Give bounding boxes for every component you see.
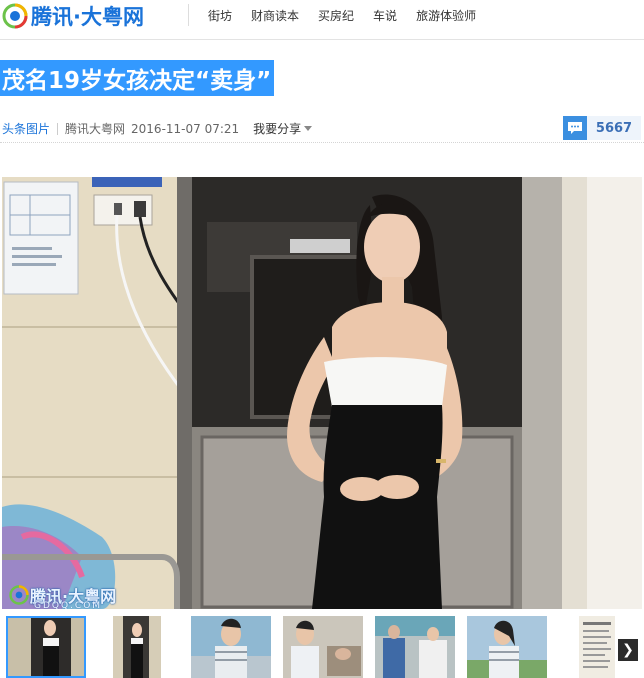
- nav-item-maifang[interactable]: 买房纪: [318, 7, 354, 24]
- chevron-right-icon: ❯: [622, 642, 634, 658]
- main-photo[interactable]: 腾讯·大粤网 GDQQ.COM: [2, 177, 642, 609]
- share-button[interactable]: 我要分享: [253, 120, 313, 137]
- comment-count: 5667: [587, 116, 641, 140]
- next-arrow-button[interactable]: ❯: [618, 639, 638, 661]
- thumbnail-2[interactable]: [113, 616, 161, 678]
- thumbnail-5[interactable]: [375, 616, 455, 678]
- nav-item-jiefang[interactable]: 街坊: [208, 7, 232, 24]
- site-header: 腾讯·大粤网 街坊 财商读本 买房纪 车说 旅游体验师: [0, 0, 644, 40]
- photo-watermark: 腾讯·大粤网 GDQQ.COM: [8, 583, 116, 609]
- publish-datetime: 2016-11-07 07:21: [131, 121, 240, 136]
- thumbnail-4[interactable]: [283, 616, 363, 678]
- article-title-highlight: 茂名19岁女孩决定“卖身”: [0, 60, 275, 96]
- share-label: 我要分享: [253, 122, 302, 136]
- nav-divider: [188, 4, 189, 26]
- article-title: 茂名19岁女孩决定“卖身”: [2, 68, 272, 94]
- nav-item-cheshuo[interactable]: 车说: [373, 7, 397, 24]
- nav-item-lvyou[interactable]: 旅游体验师: [416, 7, 476, 24]
- comment-bubble-icon: [563, 116, 587, 140]
- thumbnail-3[interactable]: [191, 616, 271, 678]
- source-label: 腾讯大粤网: [65, 122, 126, 136]
- comment-count-button[interactable]: 5667: [563, 116, 641, 140]
- thumbnail-6[interactable]: [467, 616, 547, 678]
- top-nav: 街坊 财商读本 买房纪 车说 旅游体验师: [208, 7, 495, 24]
- thumbnail-strip: ❮: [0, 612, 644, 678]
- caret-down-icon: [304, 126, 313, 131]
- photo-scene: [2, 177, 642, 609]
- thumbnail-7[interactable]: [579, 616, 615, 678]
- meta-separator-line: [0, 142, 644, 143]
- article-meta: 头条图片 腾讯大粤网 2016-11-07 07:21 我要分享: [2, 120, 313, 137]
- meta-divider: [57, 122, 59, 135]
- watermark-url: GDQQ.COM: [34, 601, 103, 609]
- tencent-watermark-icon: [9, 585, 29, 605]
- nav-item-caishang[interactable]: 财商读本: [251, 7, 299, 24]
- thumbnail-1[interactable]: [6, 616, 86, 678]
- category-link[interactable]: 头条图片: [2, 120, 50, 137]
- site-logo[interactable]: 腾讯·大粤网: [2, 2, 144, 30]
- tencent-logo-icon: [2, 3, 28, 29]
- logo-text: 腾讯·大粤网: [31, 5, 144, 29]
